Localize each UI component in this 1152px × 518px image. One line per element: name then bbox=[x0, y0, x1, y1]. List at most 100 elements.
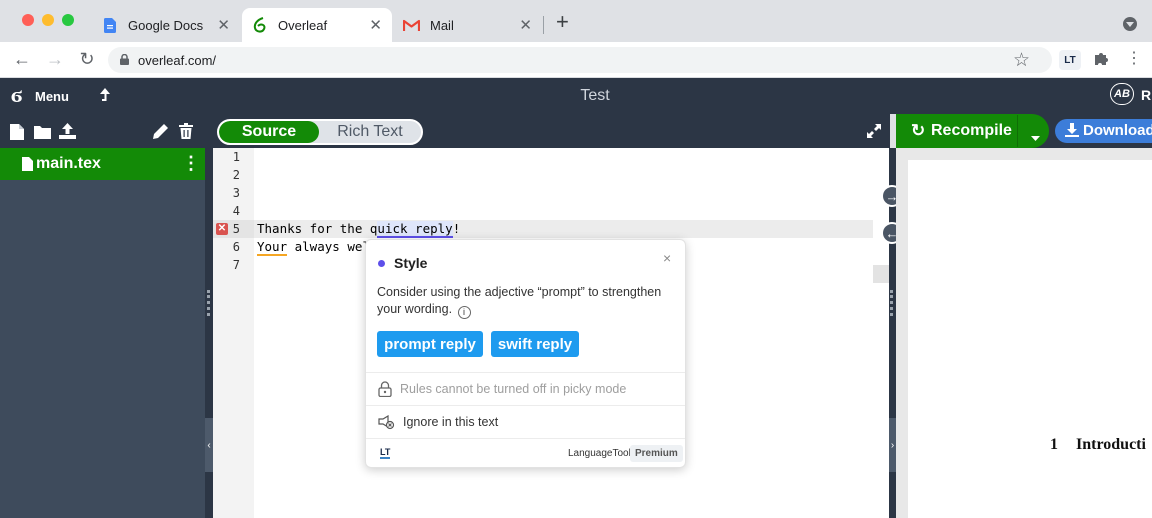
tab-separator bbox=[543, 16, 544, 34]
browser-toolbar: ← → ↻ overleaf.com/ ☆ LT ⋮ bbox=[0, 42, 1152, 78]
code-text: ! bbox=[452, 221, 461, 236]
download-label: Download bbox=[1083, 122, 1152, 139]
resizer-grip-icon bbox=[207, 290, 210, 316]
overleaf-icon bbox=[252, 17, 268, 33]
close-popup-icon[interactable]: × bbox=[663, 250, 671, 266]
address-bar[interactable]: overleaf.com/ bbox=[108, 47, 1052, 73]
premium-badge[interactable]: Premium bbox=[630, 445, 683, 462]
suggestion-swift-reply-button[interactable]: swift reply bbox=[491, 331, 579, 357]
url-text: overleaf.com/ bbox=[138, 52, 217, 68]
tab-title: Overleaf bbox=[278, 17, 328, 33]
info-icon[interactable]: i bbox=[457, 306, 471, 319]
new-file-icon[interactable] bbox=[10, 124, 24, 145]
tab-title: Mail bbox=[430, 17, 454, 33]
style-category-dot-icon bbox=[378, 260, 385, 267]
extensions-puzzle-icon[interactable] bbox=[1093, 50, 1110, 72]
file-tree-panel: main.tex ⋮ bbox=[0, 114, 205, 518]
recompile-label: Recompile bbox=[931, 122, 1012, 139]
delete-trash-icon[interactable] bbox=[179, 123, 193, 144]
code-text: always wel bbox=[287, 239, 370, 254]
lock-icon bbox=[120, 53, 129, 68]
window-maximize-button[interactable] bbox=[62, 14, 74, 26]
code-line-6: Your always wel bbox=[257, 239, 370, 256]
flagged-word[interactable]: Your bbox=[257, 239, 288, 256]
suggestion-category: Style bbox=[394, 255, 428, 271]
picky-mode-note-row: Rules cannot be turned off in picky mode bbox=[366, 372, 685, 405]
download-button[interactable]: Download bbox=[1055, 119, 1152, 143]
project-title[interactable]: Test bbox=[0, 87, 1152, 105]
rich-text-mode-button[interactable]: Rich Text bbox=[319, 121, 421, 143]
suggestion-message-text: Consider using the adjective “prompt” to… bbox=[377, 285, 662, 316]
line-number: 3 bbox=[232, 186, 240, 200]
code-line-5: Thanks for the quick reply! bbox=[257, 221, 461, 238]
tab-search-icon[interactable] bbox=[1123, 17, 1137, 31]
new-tab-icon[interactable]: + bbox=[556, 11, 569, 33]
tab-google-docs[interactable]: Google Docs ✕ bbox=[92, 8, 240, 42]
upload-icon[interactable] bbox=[59, 123, 76, 144]
editor-mode-toggle: Source Rich Text bbox=[217, 119, 423, 145]
review-label[interactable]: R bbox=[1141, 87, 1151, 103]
line-number: 5 bbox=[232, 222, 240, 236]
tab-title: Google Docs bbox=[128, 17, 204, 33]
window-minimize-button[interactable] bbox=[42, 14, 54, 26]
editor-left-resizer[interactable]: ‹ bbox=[205, 148, 213, 518]
bookmark-star-icon[interactable]: ☆ bbox=[1013, 49, 1030, 72]
close-tab-icon[interactable]: ✕ bbox=[369, 16, 382, 34]
flagged-phrase[interactable]: uick reply bbox=[377, 221, 453, 238]
line-number: 7 bbox=[232, 258, 240, 272]
review-icon[interactable]: AB bbox=[1110, 83, 1134, 105]
tab-overleaf[interactable]: Overleaf ✕ bbox=[242, 8, 392, 42]
file-menu-kebab-icon[interactable]: ⋮ bbox=[182, 152, 200, 174]
line-number-gutter: 1 2 3 4 ✕ 5 6 7 bbox=[213, 148, 254, 518]
recompile-button[interactable]: ↻ Recompile bbox=[896, 114, 1049, 148]
line-number: 1 bbox=[232, 150, 240, 164]
file-name: main.tex bbox=[36, 155, 101, 172]
ignore-in-text-row[interactable]: Ignore in this text bbox=[366, 405, 685, 438]
collapse-panel-icon[interactable]: ‹ bbox=[205, 418, 213, 472]
source-mode-button[interactable]: Source bbox=[219, 121, 319, 143]
ignore-label: Ignore in this text bbox=[403, 415, 499, 429]
reload-icon[interactable]: ↻ bbox=[76, 49, 98, 70]
new-folder-icon[interactable] bbox=[34, 125, 51, 144]
browser-tab-strip: Google Docs ✕ Overleaf ✕ Mail ✕ + bbox=[0, 0, 1152, 42]
file-tree-toolbar bbox=[0, 114, 205, 148]
line-number: 6 bbox=[232, 240, 240, 254]
brand-name[interactable]: LanguageTool bbox=[568, 448, 631, 459]
rename-pencil-icon[interactable] bbox=[153, 124, 168, 144]
tab-mail[interactable]: Mail ✕ bbox=[392, 8, 542, 42]
resizer-grip-icon bbox=[890, 290, 893, 316]
code-text: Thanks for the q bbox=[257, 221, 378, 236]
window-close-button[interactable] bbox=[22, 14, 34, 26]
pdf-page: 1 Introducti bbox=[908, 160, 1152, 518]
languagetool-extension-icon[interactable]: LT bbox=[1059, 50, 1081, 70]
recompile-dropdown-caret-icon[interactable] bbox=[1031, 128, 1040, 146]
pdf-toolbar: ↻ Recompile Download bbox=[896, 114, 1152, 148]
close-tab-icon[interactable]: ✕ bbox=[217, 16, 230, 34]
picky-mode-note: Rules cannot be turned off in picky mode bbox=[400, 382, 627, 396]
download-icon bbox=[1065, 123, 1079, 142]
languagetool-suggestion-popup: Style × Consider using the adjective “pr… bbox=[365, 239, 686, 468]
expand-panel-icon[interactable]: › bbox=[889, 418, 896, 472]
close-tab-icon[interactable]: ✕ bbox=[519, 16, 532, 34]
suggestion-prompt-reply-button[interactable]: prompt reply bbox=[377, 331, 483, 357]
popup-footer: LT LanguageTool Premium bbox=[366, 438, 685, 468]
overleaf-header: ϭ Menu Test AB R bbox=[0, 78, 1152, 114]
ignore-icon bbox=[378, 414, 395, 430]
file-tree-item-main-tex[interactable]: main.tex ⋮ bbox=[0, 148, 205, 180]
suggestion-message: Consider using the adjective “prompt” to… bbox=[377, 284, 667, 319]
line-number: 4 bbox=[232, 204, 240, 218]
google-docs-icon bbox=[102, 17, 118, 33]
pdf-section-title: Introducti bbox=[1076, 436, 1146, 453]
pdf-section-number: 1 bbox=[1050, 436, 1058, 453]
error-marker-icon[interactable]: ✕ bbox=[216, 223, 228, 235]
browser-menu-icon[interactable]: ⋮ bbox=[1126, 49, 1142, 69]
file-icon bbox=[22, 157, 33, 171]
forward-arrow-icon[interactable]: → bbox=[44, 49, 66, 70]
refresh-icon: ↻ bbox=[911, 121, 926, 140]
editor-toolbar: Source Rich Text bbox=[205, 114, 890, 148]
recompile-divider bbox=[1017, 115, 1018, 147]
scrollbar-thumb[interactable] bbox=[873, 265, 889, 283]
back-arrow-icon[interactable]: ← bbox=[11, 49, 33, 70]
gmail-icon bbox=[402, 17, 420, 33]
expand-editor-icon[interactable] bbox=[866, 123, 882, 144]
